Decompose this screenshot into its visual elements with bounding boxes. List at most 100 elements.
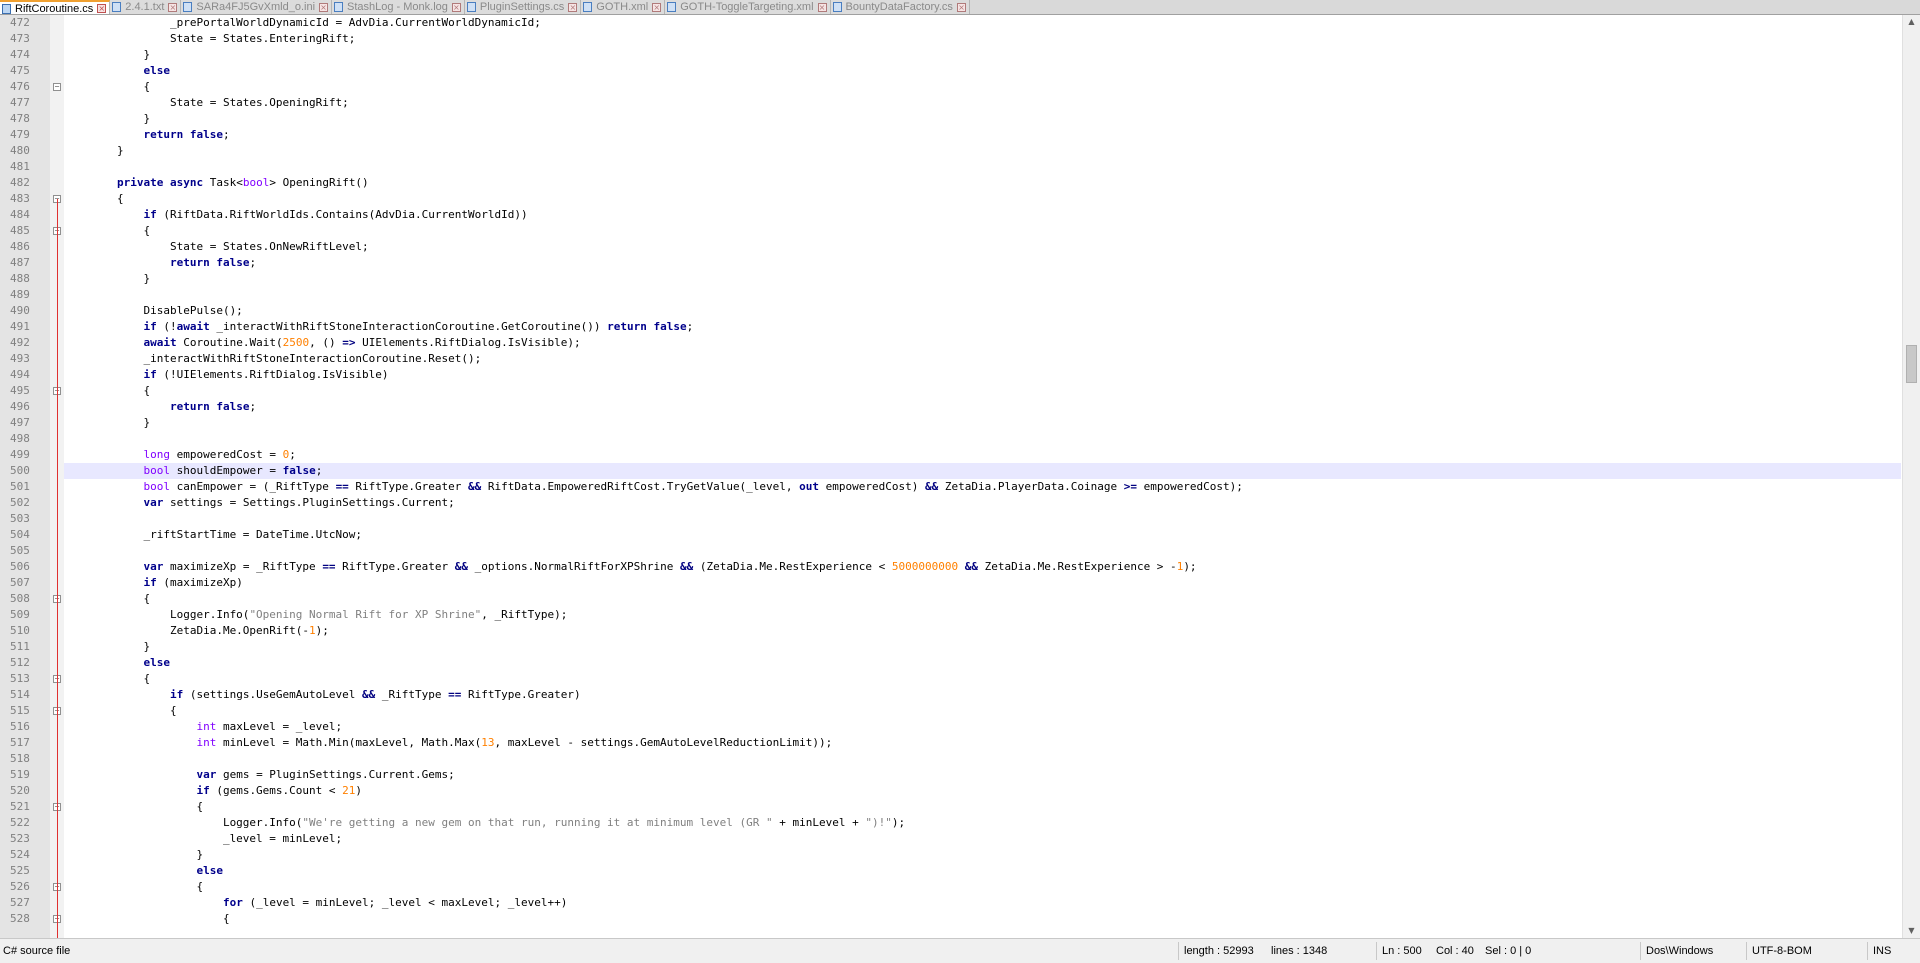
code-line[interactable]: bool shouldEmpower = false;	[64, 463, 1901, 479]
code-line[interactable]: return false;	[64, 399, 1901, 415]
code-line[interactable]: ZetaDia.Me.OpenRift(-1);	[64, 623, 1901, 639]
tab-label: StashLog - Monk.log	[347, 1, 448, 13]
code-line[interactable]	[64, 287, 1901, 303]
scrollbar-thumb[interactable]	[1906, 345, 1917, 383]
code-line[interactable]: return false;	[64, 255, 1901, 271]
code-line[interactable]: }	[64, 271, 1901, 287]
tab-5[interactable]: GOTH.xml ×	[581, 0, 666, 14]
code-line[interactable]: DisablePulse();	[64, 303, 1901, 319]
code-line[interactable]: if (gems.Gems.Count < 21)	[64, 783, 1901, 799]
code-line[interactable]: {	[64, 879, 1901, 895]
code-line[interactable]: {	[64, 79, 1901, 95]
code-line[interactable]: State = States.OnNewRiftLevel;	[64, 239, 1901, 255]
code-line[interactable]: _level = minLevel;	[64, 831, 1901, 847]
line-number: 490	[10, 304, 30, 317]
tab-2[interactable]: SARa4FJ5GvXmld_o.ini ×	[181, 0, 333, 14]
line-number: 474	[10, 48, 30, 61]
code-line[interactable]: {	[64, 383, 1901, 399]
code-line[interactable]: Logger.Info("We're getting a new gem on …	[64, 815, 1901, 831]
tab-4[interactable]: PluginSettings.cs ×	[464, 0, 582, 14]
status-length: length : 52993	[1184, 945, 1254, 957]
code-line[interactable]: _prePortalWorldDynamicId = AdvDia.Curren…	[64, 15, 1901, 31]
code-line[interactable]: {	[64, 911, 1901, 927]
code-line[interactable]: if (!UIElements.RiftDialog.IsVisible)	[64, 367, 1901, 383]
line-number: 522	[10, 816, 30, 829]
tab-6[interactable]: GOTH-ToggleTargeting.xml ×	[665, 0, 831, 14]
code-line[interactable]: {	[64, 671, 1901, 687]
code-line[interactable]: }	[64, 639, 1901, 655]
code-line[interactable]: }	[64, 111, 1901, 127]
code-line[interactable]: Logger.Info("Opening Normal Rift for XP …	[64, 607, 1901, 623]
close-icon[interactable]: ×	[652, 2, 662, 12]
line-number: 526	[10, 880, 30, 893]
line-number: 504	[10, 528, 30, 541]
code-line[interactable]: else	[64, 655, 1901, 671]
code-line[interactable]	[64, 751, 1901, 767]
code-line[interactable]: }	[64, 415, 1901, 431]
code-line[interactable]: var settings = Settings.PluginSettings.C…	[64, 495, 1901, 511]
code-line[interactable]: await Coroutine.Wait(2500, () => UIEleme…	[64, 335, 1901, 351]
code-line[interactable]: private async Task<bool> OpeningRift()	[64, 175, 1901, 191]
code-line[interactable]: if (settings.UseGemAutoLevel && _RiftTyp…	[64, 687, 1901, 703]
code-line[interactable]: int minLevel = Math.Min(maxLevel, Math.M…	[64, 735, 1901, 751]
line-number: 518	[10, 752, 30, 765]
status-encoding[interactable]: UTF-8-BOM	[1749, 939, 1812, 963]
close-icon[interactable]: ×	[817, 2, 827, 12]
code-line[interactable]	[64, 511, 1901, 527]
code-line[interactable]: {	[64, 703, 1901, 719]
vertical-scrollbar[interactable]: ▲ ▼	[1902, 15, 1920, 938]
line-number: 509	[10, 608, 30, 621]
arrow-up-icon[interactable]: ▲	[1903, 15, 1920, 29]
fold-margin[interactable]: −−−−−−−−−−	[50, 15, 64, 938]
close-icon[interactable]: ×	[956, 2, 966, 12]
code-area[interactable]: _prePortalWorldDynamicId = AdvDia.Curren…	[64, 15, 1901, 938]
code-line[interactable]: for (_level = minLevel; _level < maxLeve…	[64, 895, 1901, 911]
code-line[interactable]: else	[64, 63, 1901, 79]
code-line[interactable]: {	[64, 191, 1901, 207]
tab-7[interactable]: BountyDataFactory.cs ×	[830, 0, 970, 14]
line-number: 521	[10, 800, 30, 813]
code-line[interactable]: var gems = PluginSettings.Current.Gems;	[64, 767, 1901, 783]
close-icon[interactable]: ×	[168, 2, 178, 12]
code-line[interactable]: if (!await _interactWithRiftStoneInterac…	[64, 319, 1901, 335]
close-icon[interactable]: ×	[568, 2, 578, 12]
close-icon[interactable]: ×	[97, 4, 107, 13]
code-line[interactable]: {	[64, 591, 1901, 607]
line-number: 517	[10, 736, 30, 749]
tab-label: BountyDataFactory.cs	[845, 1, 953, 13]
line-number: 479	[10, 128, 30, 141]
code-line[interactable]: if (maximizeXp)	[64, 575, 1901, 591]
status-eol[interactable]: Dos\Windows	[1643, 939, 1713, 963]
tab-3[interactable]: StashLog - Monk.log ×	[332, 0, 465, 14]
code-line[interactable]: if (RiftData.RiftWorldIds.Contains(AdvDi…	[64, 207, 1901, 223]
code-line[interactable]: {	[64, 223, 1901, 239]
code-line[interactable]	[64, 543, 1901, 559]
fold-minus-icon[interactable]: −	[53, 83, 61, 91]
code-line[interactable]: }	[64, 143, 1901, 159]
tab-0[interactable]: RiftCoroutine.cs ×	[0, 0, 111, 14]
close-icon[interactable]: ×	[319, 2, 329, 12]
tab-1[interactable]: 2.4.1.txt ×	[110, 0, 182, 14]
code-line[interactable]: }	[64, 847, 1901, 863]
code-line[interactable]: else	[64, 863, 1901, 879]
code-line[interactable]: _interactWithRiftStoneInteractionCorouti…	[64, 351, 1901, 367]
code-line[interactable]	[64, 159, 1901, 175]
code-line[interactable]: }	[64, 47, 1901, 63]
code-line[interactable]: return false;	[64, 127, 1901, 143]
code-line[interactable]: State = States.OpeningRift;	[64, 95, 1901, 111]
code-line[interactable]: State = States.EnteringRift;	[64, 31, 1901, 47]
code-line[interactable]: long empoweredCost = 0;	[64, 447, 1901, 463]
line-number: 485	[10, 224, 30, 237]
line-number: 516	[10, 720, 30, 733]
arrow-down-icon[interactable]: ▼	[1903, 924, 1920, 938]
code-editor[interactable]: 472 473 474 475 476 477 478 479 480 481 482 483 484 4…	[0, 15, 1920, 938]
code-line[interactable]: _riftStartTime = DateTime.UtcNow;	[64, 527, 1901, 543]
close-icon[interactable]: ×	[451, 2, 461, 12]
code-line[interactable]: {	[64, 799, 1901, 815]
code-line[interactable]: bool canEmpower = (_RiftType == RiftType…	[64, 479, 1901, 495]
code-line[interactable]	[64, 431, 1901, 447]
code-line[interactable]: var maximizeXp = _RiftType == RiftType.G…	[64, 559, 1901, 575]
status-insert-mode[interactable]: INS	[1870, 939, 1891, 963]
code-line[interactable]: int maxLevel = _level;	[64, 719, 1901, 735]
line-number: 527	[10, 896, 30, 909]
